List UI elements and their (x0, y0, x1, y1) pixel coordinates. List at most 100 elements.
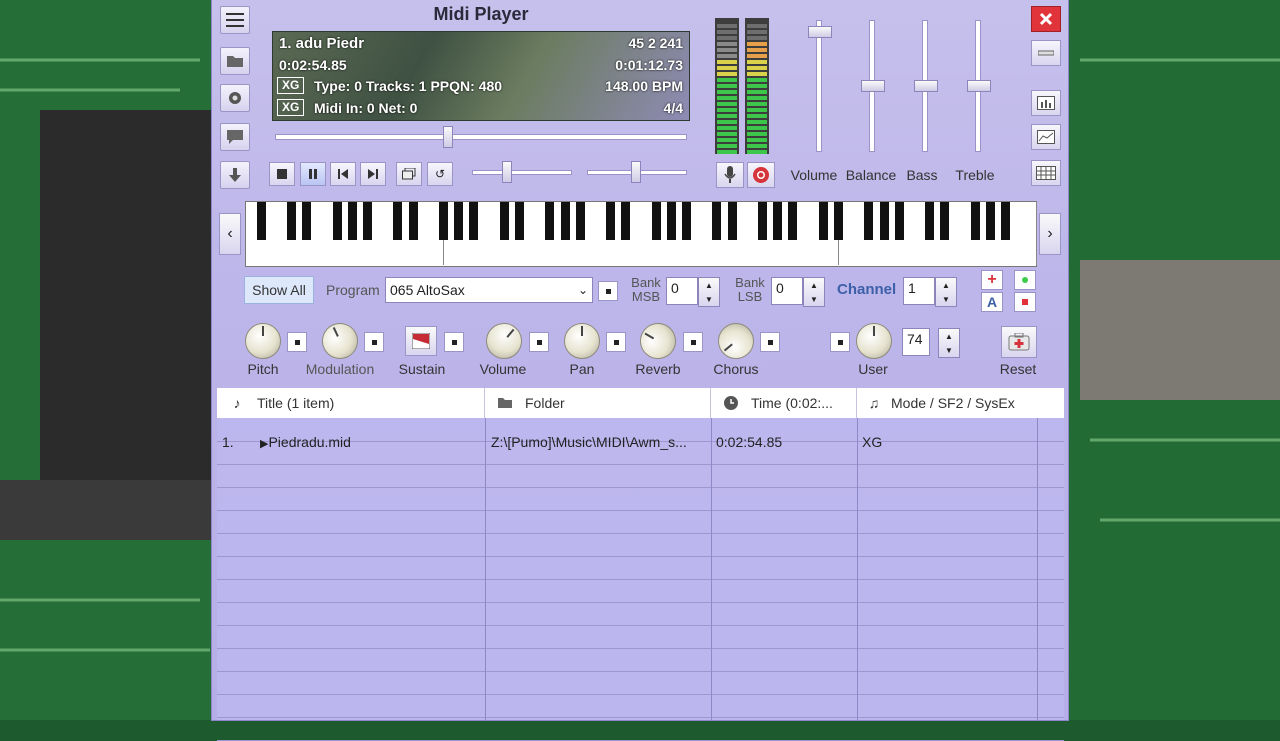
reverb-toggle[interactable] (683, 332, 703, 352)
column-header-title[interactable]: ♪ Title (1 item) (217, 388, 485, 418)
piano-black-key[interactable] (682, 202, 692, 240)
pan-toggle[interactable] (606, 332, 626, 352)
user-knob[interactable] (856, 323, 892, 359)
menu-button[interactable] (220, 6, 250, 34)
piano-scroll-left-button[interactable]: ‹ (219, 213, 241, 255)
minimize-button[interactable] (1031, 40, 1061, 66)
seek-bar[interactable] (275, 134, 687, 140)
seek-thumb[interactable] (443, 126, 454, 148)
user-toggle[interactable] (830, 332, 850, 352)
repeat-button[interactable]: ↺ (427, 162, 453, 186)
pan-knob[interactable] (564, 323, 600, 359)
volume-slider-thumb[interactable] (808, 26, 832, 38)
volume-slider[interactable] (816, 20, 822, 152)
graph-view-button[interactable] (1031, 124, 1061, 150)
window-button[interactable] (396, 162, 422, 186)
piano-black-key[interactable] (575, 202, 585, 240)
modulation-knob[interactable] (316, 317, 364, 365)
sustain-toggle[interactable] (444, 332, 464, 352)
open-folder-button[interactable] (220, 47, 250, 75)
stop-button[interactable] (269, 162, 295, 186)
piano-black-key[interactable] (879, 202, 889, 240)
chorus-knob[interactable] (710, 315, 762, 367)
piano-black-key[interactable] (864, 202, 874, 240)
channel-input[interactable]: 1 (903, 277, 935, 305)
piano-black-key[interactable] (454, 202, 464, 240)
sustain-button[interactable] (405, 326, 437, 356)
program-select[interactable]: 065 AltoSax ⌄ (385, 277, 593, 303)
piano-black-key[interactable] (773, 202, 783, 240)
program-toggle[interactable] (598, 281, 618, 301)
piano-black-key[interactable] (332, 202, 342, 240)
bank-lsb-input[interactable]: 0 (771, 277, 803, 305)
piano-black-key[interactable] (758, 202, 768, 240)
add-channel-button[interactable]: + (981, 270, 1003, 290)
column-header-mode[interactable]: ♫ Mode / SF2 / SysEx (857, 388, 1064, 418)
piano-black-key[interactable] (621, 202, 631, 240)
piano-black-key[interactable] (925, 202, 935, 240)
column-header-time[interactable]: Time (0:02:... (711, 388, 857, 418)
bank-msb-spinner[interactable]: ▲ ▼ (698, 277, 720, 307)
piano-scroll-right-button[interactable]: › (1039, 213, 1061, 255)
piano-white-key[interactable] (1020, 202, 1037, 265)
piano-black-key[interactable] (651, 202, 661, 240)
pitch-knob[interactable] (245, 323, 281, 359)
piano-black-key[interactable] (514, 202, 524, 240)
piano-black-key[interactable] (393, 202, 403, 240)
piano-black-key[interactable] (1001, 202, 1011, 240)
piano-black-key[interactable] (606, 202, 616, 240)
previous-button[interactable] (330, 162, 356, 186)
piano-black-key[interactable] (256, 202, 266, 240)
piano-black-key[interactable] (666, 202, 676, 240)
tempo-slider[interactable] (472, 170, 572, 175)
piano-black-key[interactable] (560, 202, 570, 240)
piano-black-key[interactable] (499, 202, 509, 240)
download-button[interactable] (220, 161, 250, 189)
channel-mute-indicator[interactable] (1014, 292, 1036, 312)
piano-black-key[interactable] (439, 202, 448, 240)
piano-black-key[interactable] (727, 202, 737, 240)
next-button[interactable] (360, 162, 386, 186)
user-value-spinner[interactable]: ▲ ▼ (938, 328, 960, 358)
volume-knob[interactable] (478, 315, 530, 367)
bass-slider-thumb[interactable] (914, 80, 938, 92)
settings-button[interactable] (220, 84, 250, 112)
pitch-toggle[interactable] (287, 332, 307, 352)
grid-view-button[interactable] (1031, 160, 1061, 186)
piano-black-key[interactable] (347, 202, 357, 240)
piano-black-key[interactable] (818, 202, 828, 240)
bank-lsb-spinner[interactable]: ▲ ▼ (803, 277, 825, 307)
piano-black-key[interactable] (408, 202, 418, 240)
channel-spinner[interactable]: ▲ ▼ (935, 277, 957, 307)
reset-button[interactable] (1001, 326, 1037, 358)
volume-toggle[interactable] (529, 332, 549, 352)
user-value-input[interactable]: 74 (902, 328, 930, 356)
column-header-folder[interactable]: Folder (485, 388, 711, 418)
piano-black-key[interactable] (302, 202, 312, 240)
chorus-toggle[interactable] (760, 332, 780, 352)
bank-msb-input[interactable]: 0 (666, 277, 698, 305)
piano-black-key[interactable] (712, 202, 722, 240)
pitch-slider-thumb[interactable] (631, 161, 641, 183)
piano-black-key[interactable] (985, 202, 995, 240)
microphone-button[interactable] (716, 162, 744, 188)
piano-black-key[interactable] (834, 202, 843, 240)
show-all-button[interactable]: Show All (244, 276, 314, 304)
reverb-knob[interactable] (633, 316, 683, 366)
piano-black-key[interactable] (287, 202, 297, 240)
piano-black-key[interactable] (894, 202, 904, 240)
piano-black-key[interactable] (788, 202, 798, 240)
close-button[interactable] (1031, 6, 1061, 32)
record-button[interactable] (747, 162, 775, 188)
piano-black-key[interactable] (970, 202, 980, 240)
piano-black-key[interactable] (545, 202, 555, 240)
modulation-toggle[interactable] (364, 332, 384, 352)
tempo-slider-thumb[interactable] (502, 161, 512, 183)
piano-black-key[interactable] (469, 202, 479, 240)
table-row-title[interactable]: ▶Piedradu.mid (260, 434, 351, 450)
pause-button[interactable] (300, 162, 326, 186)
piano-black-key[interactable] (940, 202, 950, 240)
treble-slider-thumb[interactable] (967, 80, 991, 92)
balance-slider-thumb[interactable] (861, 80, 885, 92)
piano-keyboard[interactable] (245, 201, 1037, 267)
